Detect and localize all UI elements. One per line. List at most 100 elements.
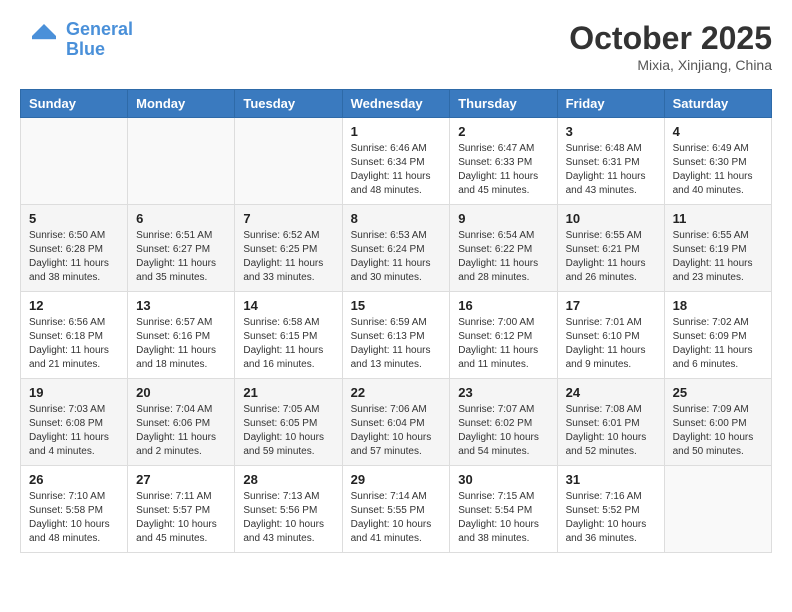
calendar-cell: 2 Sunrise: 6:47 AM Sunset: 6:33 PM Daylig… [450,118,557,205]
day-info: Sunrise: 6:56 AM Sunset: 6:18 PM Dayligh… [29,316,119,372]
calendar-cell: 9 Sunrise: 6:54 AM Sunset: 6:22 PM Daylig… [450,205,557,292]
calendar-cell [235,118,342,205]
calendar-cell: 27Sunrise: 7:11 AM Sunset: 5:57 PM Dayli… [128,466,235,553]
day-number: 8 [351,211,442,226]
day-info: Sunrise: 7:00 AM Sunset: 6:12 PM Dayligh… [458,316,548,372]
day-info: Sunrise: 7:03 AM Sunset: 6:08 PM Dayligh… [29,403,119,459]
day-info: Sunrise: 7:06 AM Sunset: 6:04 PM Dayligh… [351,403,442,459]
calendar-cell [128,118,235,205]
weekday-header-row: SundayMondayTuesdayWednesdayThursdayFrid… [21,90,772,118]
day-info: Sunrise: 6:51 AM Sunset: 6:27 PM Dayligh… [136,229,226,285]
day-info: Sunrise: 6:55 AM Sunset: 6:19 PM Dayligh… [673,229,763,285]
calendar-cell: 25 Sunrise: 7:09 AM Sunset: 6:00 PM Dayli… [664,379,771,466]
calendar-cell: 6 Sunrise: 6:51 AM Sunset: 6:27 PM Daylig… [128,205,235,292]
calendar-cell [21,118,128,205]
calendar-cell: 4 Sunrise: 6:49 AM Sunset: 6:30 PM Daylig… [664,118,771,205]
day-info: Sunrise: 7:02 AM Sunset: 6:09 PM Dayligh… [673,316,763,372]
day-info: Sunrise: 7:16 AM Sunset: 5:52 PM Dayligh… [566,490,656,546]
calendar-cell: 10Sunrise: 6:55 AM Sunset: 6:21 PM Dayli… [557,205,664,292]
day-info: Sunrise: 7:07 AM Sunset: 6:02 PM Dayligh… [458,403,548,459]
weekday-header-thursday: Thursday [450,90,557,118]
day-number: 15 [351,298,442,313]
day-number: 22 [351,385,442,400]
day-info: Sunrise: 7:08 AM Sunset: 6:01 PM Dayligh… [566,403,656,459]
calendar-cell: 30 Sunrise: 7:15 AM Sunset: 5:54 PM Dayli… [450,466,557,553]
logo-text: General Blue [66,20,133,60]
calendar-cell: 17 Sunrise: 7:01 AM Sunset: 6:10 PM Dayli… [557,292,664,379]
day-number: 25 [673,385,763,400]
day-number: 20 [136,385,226,400]
day-number: 13 [136,298,226,313]
day-info: Sunrise: 6:50 AM Sunset: 6:28 PM Dayligh… [29,229,119,285]
logo-line1: General [66,19,133,39]
day-number: 26 [29,472,119,487]
day-number: 14 [243,298,333,313]
location: Mixia, Xinjiang, China [569,57,772,73]
calendar-cell: 24Sunrise: 7:08 AM Sunset: 6:01 PM Dayli… [557,379,664,466]
week-row-5: 26 Sunrise: 7:10 AM Sunset: 5:58 PM Dayli… [21,466,772,553]
day-number: 11 [673,211,763,226]
day-info: Sunrise: 6:49 AM Sunset: 6:30 PM Dayligh… [673,142,763,198]
calendar-cell: 15Sunrise: 6:59 AM Sunset: 6:13 PM Dayli… [342,292,450,379]
calendar-cell [664,466,771,553]
calendar-cell: 8 Sunrise: 6:53 AM Sunset: 6:24 PM Daylig… [342,205,450,292]
calendar: SundayMondayTuesdayWednesdayThursdayFrid… [20,89,772,553]
day-info: Sunrise: 6:57 AM Sunset: 6:16 PM Dayligh… [136,316,226,372]
day-number: 19 [29,385,119,400]
day-info: Sunrise: 7:10 AM Sunset: 5:58 PM Dayligh… [29,490,119,546]
logo-icon [20,20,60,60]
calendar-cell: 26 Sunrise: 7:10 AM Sunset: 5:58 PM Dayli… [21,466,128,553]
weekday-header-wednesday: Wednesday [342,90,450,118]
day-number: 5 [29,211,119,226]
week-row-3: 12 Sunrise: 6:56 AM Sunset: 6:18 PM Dayli… [21,292,772,379]
day-info: Sunrise: 7:05 AM Sunset: 6:05 PM Dayligh… [243,403,333,459]
day-info: Sunrise: 7:14 AM Sunset: 5:55 PM Dayligh… [351,490,442,546]
day-number: 6 [136,211,226,226]
day-number: 3 [566,124,656,139]
week-row-2: 5 Sunrise: 6:50 AM Sunset: 6:28 PM Daylig… [21,205,772,292]
weekday-header-sunday: Sunday [21,90,128,118]
day-number: 7 [243,211,333,226]
day-info: Sunrise: 7:13 AM Sunset: 5:56 PM Dayligh… [243,490,333,546]
week-row-4: 19 Sunrise: 7:03 AM Sunset: 6:08 PM Dayli… [21,379,772,466]
day-number: 2 [458,124,548,139]
day-info: Sunrise: 7:11 AM Sunset: 5:57 PM Dayligh… [136,490,226,546]
day-number: 17 [566,298,656,313]
day-number: 9 [458,211,548,226]
page-header: General Blue October 2025 Mixia, Xinjian… [20,20,772,73]
calendar-cell: 22 Sunrise: 7:06 AM Sunset: 6:04 PM Dayli… [342,379,450,466]
day-number: 31 [566,472,656,487]
day-info: Sunrise: 6:55 AM Sunset: 6:21 PM Dayligh… [566,229,656,285]
day-info: Sunrise: 7:09 AM Sunset: 6:00 PM Dayligh… [673,403,763,459]
day-info: Sunrise: 6:47 AM Sunset: 6:33 PM Dayligh… [458,142,548,198]
day-number: 30 [458,472,548,487]
month-title: October 2025 [569,20,772,57]
day-number: 4 [673,124,763,139]
title-block: October 2025 Mixia, Xinjiang, China [569,20,772,73]
logo-line2: Blue [66,39,105,59]
calendar-cell: 11 Sunrise: 6:55 AM Sunset: 6:19 PM Dayli… [664,205,771,292]
day-number: 21 [243,385,333,400]
day-info: Sunrise: 6:54 AM Sunset: 6:22 PM Dayligh… [458,229,548,285]
day-number: 28 [243,472,333,487]
logo: General Blue [20,20,133,60]
day-number: 23 [458,385,548,400]
calendar-cell: 13 Sunrise: 6:57 AM Sunset: 6:16 PM Dayli… [128,292,235,379]
calendar-cell: 7Sunrise: 6:52 AM Sunset: 6:25 PM Daylig… [235,205,342,292]
day-number: 16 [458,298,548,313]
day-info: Sunrise: 7:01 AM Sunset: 6:10 PM Dayligh… [566,316,656,372]
calendar-cell: 23 Sunrise: 7:07 AM Sunset: 6:02 PM Dayli… [450,379,557,466]
weekday-header-friday: Friday [557,90,664,118]
day-info: Sunrise: 6:48 AM Sunset: 6:31 PM Dayligh… [566,142,656,198]
weekday-header-monday: Monday [128,90,235,118]
calendar-cell: 21 Sunrise: 7:05 AM Sunset: 6:05 PM Dayli… [235,379,342,466]
calendar-cell: 5 Sunrise: 6:50 AM Sunset: 6:28 PM Daylig… [21,205,128,292]
calendar-cell: 28 Sunrise: 7:13 AM Sunset: 5:56 PM Dayli… [235,466,342,553]
day-info: Sunrise: 7:15 AM Sunset: 5:54 PM Dayligh… [458,490,548,546]
weekday-header-saturday: Saturday [664,90,771,118]
calendar-cell: 20Sunrise: 7:04 AM Sunset: 6:06 PM Dayli… [128,379,235,466]
day-number: 12 [29,298,119,313]
calendar-cell: 29Sunrise: 7:14 AM Sunset: 5:55 PM Dayli… [342,466,450,553]
weekday-header-tuesday: Tuesday [235,90,342,118]
day-info: Sunrise: 6:53 AM Sunset: 6:24 PM Dayligh… [351,229,442,285]
